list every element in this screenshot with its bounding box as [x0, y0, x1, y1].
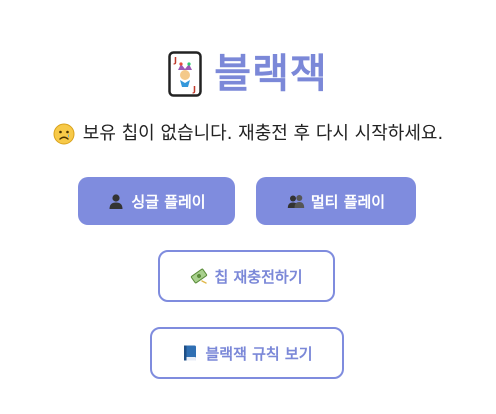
book-icon: [184, 345, 197, 361]
recharge-label: 칩 재충전하기: [214, 267, 303, 286]
person-icon: [109, 194, 123, 209]
svg-text:J: J: [173, 56, 177, 65]
multi-play-label: 멀티 플레이: [310, 192, 386, 211]
money-icon: [191, 268, 208, 284]
no-chips-message: 보유 칩이 없습니다. 재충전 후 다시 시작하세요.: [82, 123, 444, 144]
recharge-chips-button[interactable]: 칩 재충전하기: [158, 250, 335, 302]
single-play-label: 싱글 플레이: [131, 192, 206, 211]
joker-card-icon: J J: [168, 51, 203, 97]
svg-text:J: J: [192, 85, 196, 94]
sad-face-icon: [53, 123, 75, 145]
status-message-row: 보유 칩이 없습니다. 재충전 후 다시 시작하세요.: [0, 120, 496, 148]
blackjack-start-screen: J J 블랙잭 보유 칩이 없습니다. 재충전 후 다시 시작하세요. 싱글 플…: [0, 0, 496, 414]
rules-label: 블랙잭 규칙 보기: [205, 344, 313, 363]
title-row: J J 블랙잭: [0, 48, 496, 100]
single-play-button[interactable]: 싱글 플레이: [78, 177, 235, 225]
people-icon: [287, 195, 305, 208]
blackjack-rules-button[interactable]: 블랙잭 규칙 보기: [150, 327, 344, 379]
multi-play-button[interactable]: 멀티 플레이: [256, 177, 416, 225]
page-title: 블랙잭: [214, 51, 328, 97]
